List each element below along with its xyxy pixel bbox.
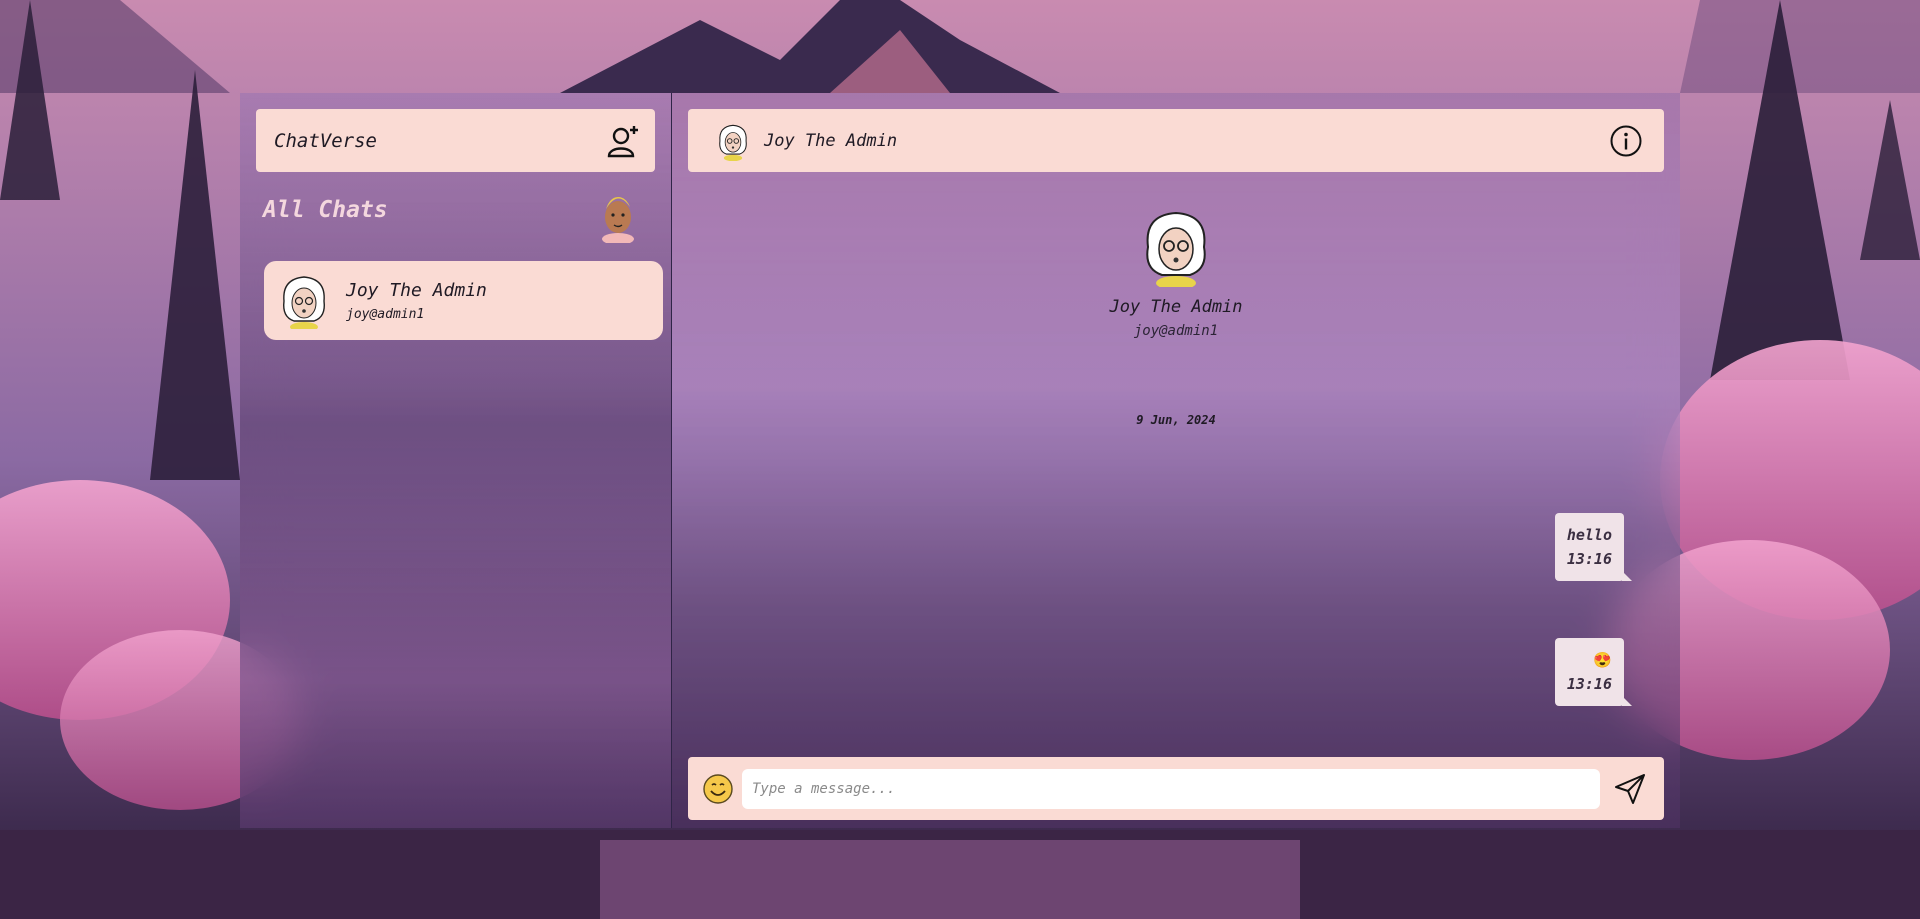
- message-text: hello: [1566, 526, 1612, 544]
- all-chats-heading: All Chats: [263, 197, 388, 223]
- info-button[interactable]: [1608, 123, 1644, 159]
- app-header: ChatVerse: [256, 109, 655, 172]
- background-scene: ChatVerse All Chats Joy The Admin joy@ad…: [0, 0, 1920, 919]
- profile-avatar: [1146, 211, 1206, 287]
- message-bubble[interactable]: hello 13:16: [1554, 513, 1633, 581]
- message-time: 13:16: [1566, 550, 1612, 568]
- chat-window: Joy The Admin Joy The Admin joy@admin1 9…: [672, 93, 1680, 828]
- add-user-icon: [607, 125, 638, 157]
- contact-avatar: [283, 275, 325, 329]
- current-user-avatar[interactable]: [596, 189, 640, 245]
- message-text: 😍: [1593, 651, 1612, 669]
- info-icon: [1610, 125, 1642, 156]
- sidebar: ChatVerse All Chats Joy The Admin joy@ad…: [240, 93, 672, 828]
- chat-app-window: ChatVerse All Chats Joy The Admin joy@ad…: [240, 93, 1680, 828]
- smile-icon[interactable]: [702, 773, 734, 805]
- add-user-button[interactable]: [605, 123, 641, 159]
- chat-header: Joy The Admin: [688, 109, 1664, 172]
- profile-name: Joy The Admin: [1109, 297, 1243, 317]
- chat-header-avatar[interactable]: [716, 121, 750, 161]
- message-composer: [688, 757, 1664, 820]
- contact-profile: Joy The Admin joy@admin1: [672, 207, 1680, 339]
- send-button[interactable]: [1610, 769, 1650, 809]
- avatar: [602, 197, 634, 245]
- message-time: 13:16: [1566, 675, 1612, 693]
- date-separator: 9 Jun, 2024: [1136, 413, 1216, 427]
- contact-handle: joy@admin1: [346, 306, 425, 322]
- message-bubble[interactable]: 😍 13:16: [1554, 638, 1633, 706]
- chat-header-name: Joy The Admin: [764, 130, 898, 151]
- chat-list-item[interactable]: Joy The Admin joy@admin1: [264, 261, 663, 340]
- app-title: ChatVerse: [274, 129, 377, 152]
- send-icon: [1615, 773, 1645, 804]
- message-input[interactable]: [742, 768, 1600, 809]
- profile-handle: joy@admin1: [1133, 323, 1219, 339]
- contact-name: Joy The Admin: [346, 279, 487, 301]
